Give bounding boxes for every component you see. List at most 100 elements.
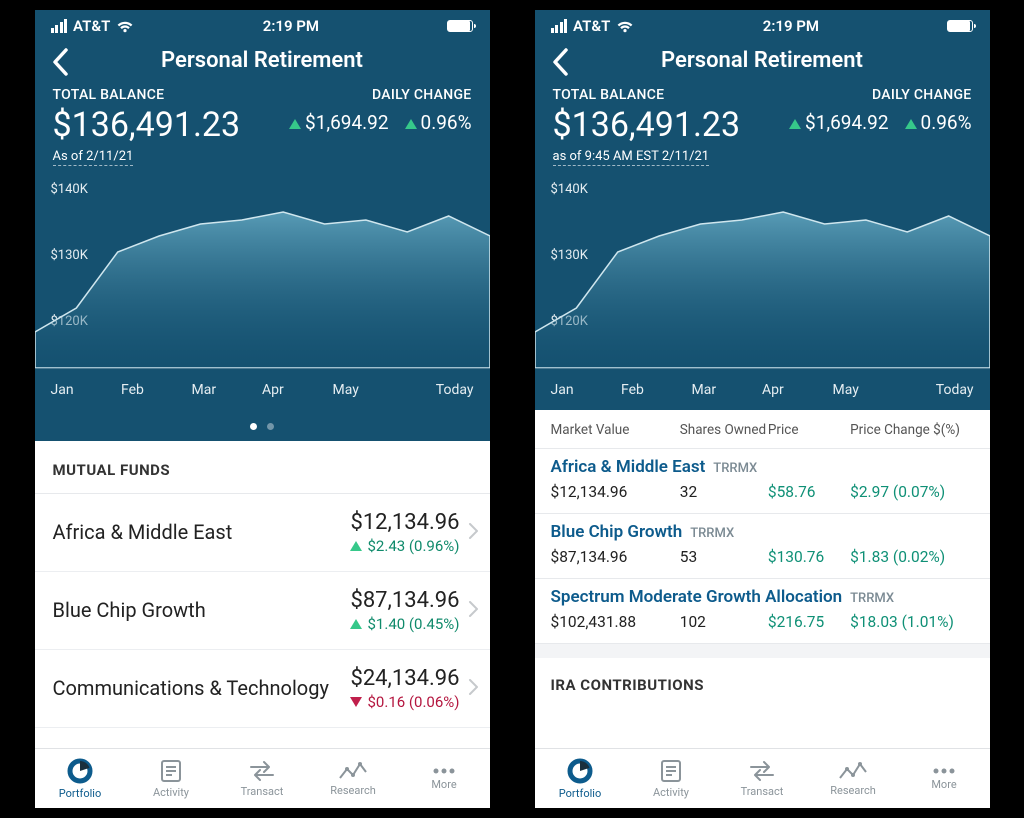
col-shares-owned: Shares Owned [680,422,768,438]
fund-value: $12,134.96 [350,510,460,535]
chevron-right-icon [468,523,478,543]
tab-activity[interactable]: Activity [626,758,717,799]
chart-x-ticks: Jan Feb Mar Apr May Today [535,368,990,410]
nav-header: Personal Retirement [535,42,990,87]
asof-link[interactable]: as of 9:45 AM EST 2/11/21 [553,149,710,166]
holdings-table: Market Value Shares Owned Price Price Ch… [535,410,990,748]
table-row[interactable]: Africa & Middle East TRRMX $12,134.96 32… [535,449,990,514]
fund-row[interactable]: Africa & Middle East $12,134.96 $2.43 (0… [35,494,490,572]
cell-price-change: $2.97 (0.07%) [850,483,973,501]
up-triangle-icon [789,119,801,129]
table-row[interactable]: Blue Chip Growth TRRMX $87,134.96 53 $13… [535,514,990,579]
status-bar: AT&T 2:19 PM [535,10,990,42]
carrier-label: AT&T [573,17,610,35]
fund-delta: $0.16 (0.06%) [368,693,460,711]
fund-value: $87,134.96 [350,588,460,613]
tab-research[interactable]: Research [308,760,399,797]
daily-amount: $1,694.92 [805,111,889,134]
up-triangle-icon [289,119,301,129]
tab-more[interactable]: More [899,766,990,791]
page-dot[interactable] [267,423,274,430]
fund-delta: $1.40 (0.45%) [368,615,460,633]
col-price: Price [768,422,850,438]
status-time: 2:19 PM [763,17,819,35]
fund-ticker: TRRMX [690,526,734,541]
tab-portfolio[interactable]: Portfolio [535,757,626,800]
cell-price-change: $18.03 (1.01%) [850,613,973,631]
down-triangle-icon [350,697,362,707]
signal-icon [51,19,68,33]
daily-pct: 0.96% [921,111,972,134]
fund-name: Blue Chip Growth [551,522,683,542]
cell-price: $130.76 [768,548,850,566]
section-header: IRA CONTRIBUTIONS [535,658,990,700]
tab-research[interactable]: Research [808,760,899,797]
table-row[interactable]: Spectrum Moderate Growth Allocation TRRM… [535,579,990,644]
mutual-funds-list: MUTUAL FUNDS Africa & Middle East $12,13… [35,441,490,748]
section-divider [535,644,990,658]
back-button[interactable] [551,48,569,80]
daily-change-label: DAILY CHANGE [789,87,971,103]
cell-price: $58.76 [768,483,850,501]
tab-transact[interactable]: Transact [217,759,308,798]
nav-header: Personal Retirement [35,42,490,87]
cell-shares: 32 [680,483,768,501]
balance-label: TOTAL BALANCE [553,87,741,103]
daily-amount: $1,694.92 [305,111,389,134]
fund-ticker: TRRMX [850,591,894,606]
tab-portfolio[interactable]: Portfolio [35,757,126,800]
fund-ticker: TRRMX [713,461,757,476]
status-bar: AT&T 2:19 PM [35,10,490,42]
section-header: MUTUAL FUNDS [35,441,490,494]
col-market-value: Market Value [551,422,680,438]
fund-row[interactable]: Communications & Technology $24,134.96 $… [35,650,490,728]
tab-more[interactable]: More [399,766,490,791]
status-time: 2:19 PM [263,17,319,35]
fund-name: Spectrum Moderate Growth Allocation [551,587,843,607]
page-dots[interactable] [35,410,490,442]
balance-chart[interactable]: $140K $130K $120K [35,178,490,368]
cell-price-change: $1.83 (0.02%) [850,548,973,566]
balance-chart[interactable]: $140K $130K $120K [535,178,990,368]
balance-value: $136,491.23 [53,105,241,145]
up-triangle-icon [350,619,362,629]
phone-right: AT&T 2:19 PM Personal Retirement TOTAL B… [535,10,990,808]
fund-name: Africa & Middle East [53,520,350,545]
tab-bar: Portfolio Activity Transact Research Mor… [35,748,490,808]
up-triangle-icon [905,119,917,129]
cell-mv: $102,431.88 [551,613,680,631]
up-triangle-icon [350,541,362,551]
fund-delta: $2.43 (0.96%) [368,537,460,555]
cell-mv: $12,134.96 [551,483,680,501]
tab-activity[interactable]: Activity [126,758,217,799]
carrier-label: AT&T [73,17,110,35]
fund-name: Africa & Middle East [551,457,706,477]
daily-change-label: DAILY CHANGE [289,87,471,103]
tab-transact[interactable]: Transact [717,759,808,798]
fund-value: $24,134.96 [350,666,460,691]
cell-shares: 53 [680,548,768,566]
wifi-icon [116,20,134,33]
balance-panel: TOTAL BALANCE $136,491.23 as of 9:45 AM … [535,87,990,170]
fund-name: Blue Chip Growth [53,598,350,623]
fund-row[interactable]: Blue Chip Growth $87,134.96 $1.40 (0.45%… [35,572,490,650]
cell-mv: $87,134.96 [551,548,680,566]
asof-link[interactable]: As of 2/11/21 [53,149,134,166]
cell-price: $216.75 [768,613,850,631]
balance-label: TOTAL BALANCE [53,87,241,103]
wifi-icon [616,20,634,33]
page-dot[interactable] [250,423,257,430]
balance-value: $136,491.23 [553,105,741,145]
chevron-right-icon [468,679,478,699]
up-triangle-icon [405,119,417,129]
daily-pct: 0.96% [421,111,472,134]
back-button[interactable] [51,48,69,80]
table-header: Market Value Shares Owned Price Price Ch… [535,410,990,449]
battery-icon [947,20,973,32]
page-title: Personal Retirement [161,48,363,73]
col-price-change: Price Change $(%) [850,422,973,438]
chevron-right-icon [468,601,478,621]
cell-shares: 102 [680,613,768,631]
signal-icon [551,19,568,33]
phone-left: AT&T 2:19 PM Personal Retirement TOTAL B… [35,10,490,808]
